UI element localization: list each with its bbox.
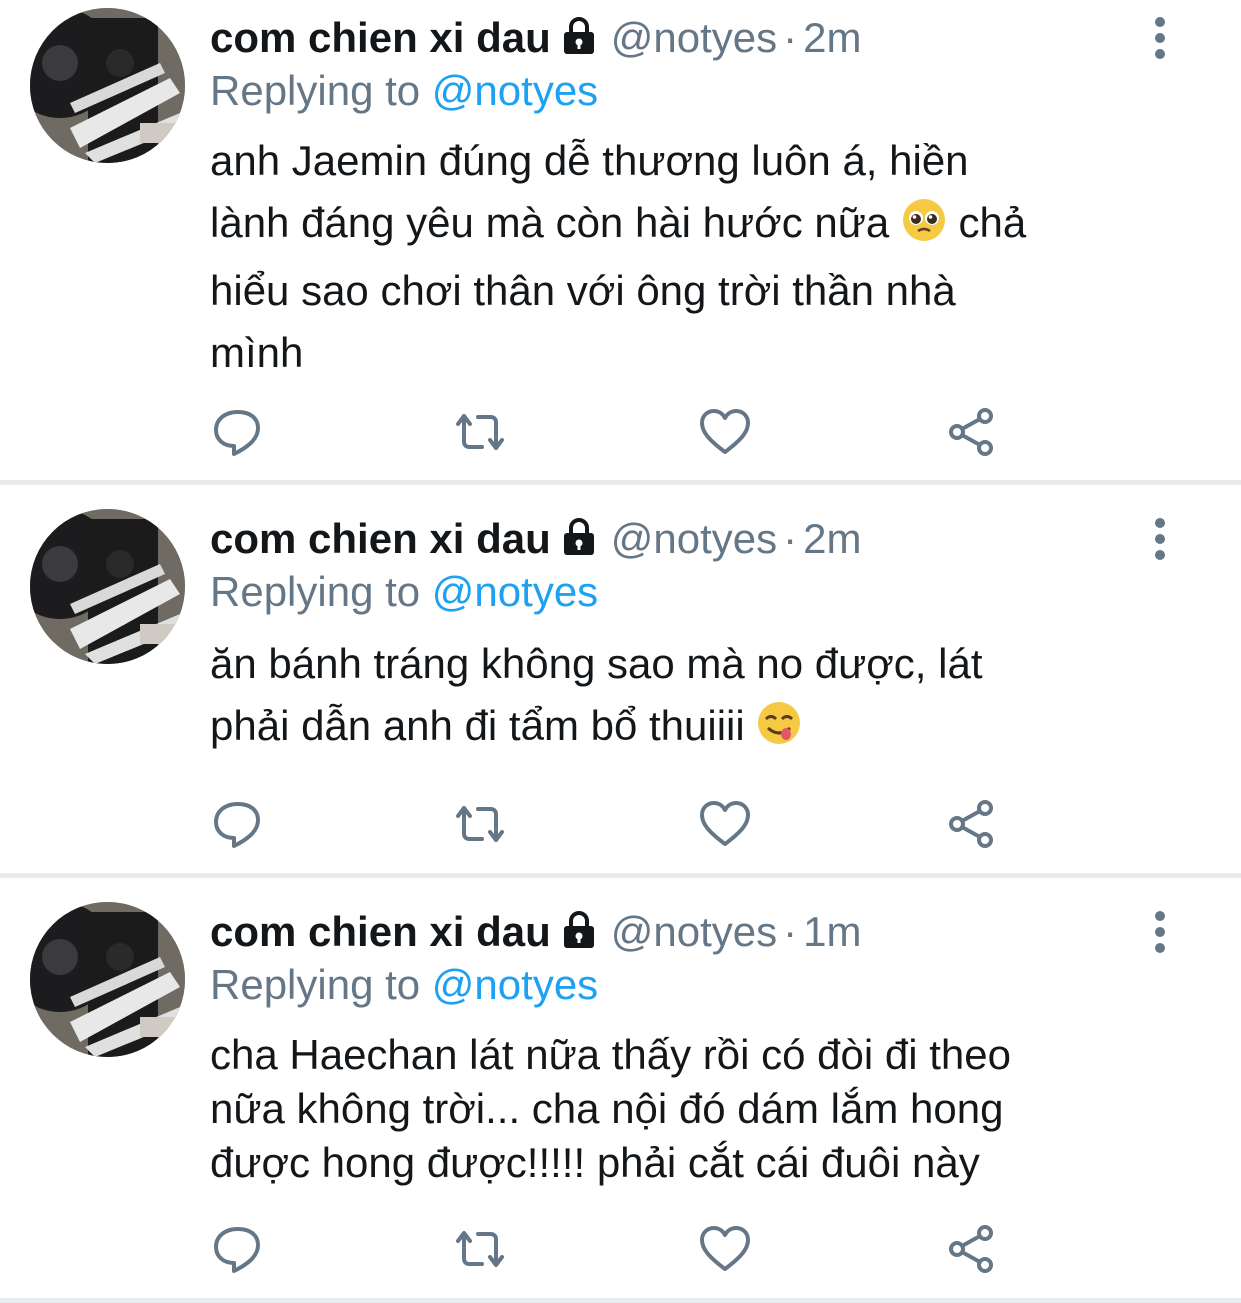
tweet-text: ăn bánh tráng không sao mà no được, lát … bbox=[210, 633, 1210, 763]
mention-link[interactable]: @notyes bbox=[432, 67, 598, 114]
display-name[interactable]: com chien xi dau bbox=[210, 515, 551, 562]
share-icon[interactable] bbox=[943, 1221, 999, 1277]
tweet-actions bbox=[0, 796, 1241, 856]
separator: · bbox=[783, 515, 798, 562]
divider bbox=[0, 1298, 1241, 1303]
tweet-text-line: ăn bánh tráng không sao mà no được, lát bbox=[210, 640, 983, 687]
user-handle[interactable]: @notyes bbox=[611, 515, 777, 562]
user-handle[interactable]: @notyes bbox=[611, 908, 777, 955]
share-icon[interactable] bbox=[943, 404, 999, 460]
tweet-text-line: anh Jaemin đúng dễ thương luôn á, hiền bbox=[210, 137, 969, 184]
tweet-text-line: hiểu sao chơi thân với ông trời thần nhà bbox=[210, 267, 956, 314]
separator: · bbox=[783, 908, 798, 955]
tweet-actions bbox=[0, 404, 1241, 464]
tweet-actions bbox=[0, 1221, 1241, 1281]
heart-icon[interactable] bbox=[697, 796, 753, 852]
display-name[interactable]: com chien xi dau bbox=[210, 14, 551, 61]
tweet[interactable]: com chien xi dau @notyes · 1m Replying to @… bbox=[0, 878, 1241, 1298]
reply-icon[interactable] bbox=[210, 1221, 266, 1277]
replying-to: Replying to @notyes bbox=[210, 957, 598, 1013]
replying-to: Replying to @notyes bbox=[210, 564, 598, 620]
tweet-text-segment: phải dẫn anh đi tẩm bổ thuiiii bbox=[210, 702, 745, 749]
tweet-text: anh Jaemin đúng dễ thương luôn á, hiền l… bbox=[210, 130, 1210, 384]
tweet-text-segment: lành đáng yêu mà còn hài hước nữa bbox=[210, 199, 890, 246]
separator: · bbox=[783, 14, 798, 61]
retweet-icon[interactable] bbox=[452, 404, 508, 460]
timestamp[interactable]: 2m bbox=[803, 14, 861, 61]
face-savoring-food-emoji bbox=[756, 700, 802, 763]
tweet-text-line: mình bbox=[210, 329, 304, 376]
tweet[interactable]: com chien xi dau @notyes · 2m Replying to @… bbox=[0, 0, 1241, 480]
tweet-text-line: lành đáng yêu mà còn hài hước nữa chả bbox=[210, 192, 1210, 260]
timestamp[interactable]: 1m bbox=[803, 908, 861, 955]
reply-icon[interactable] bbox=[210, 404, 266, 460]
user-handle[interactable]: @notyes bbox=[611, 14, 777, 61]
heart-icon[interactable] bbox=[697, 404, 753, 460]
retweet-icon[interactable] bbox=[452, 1221, 508, 1277]
tweet[interactable]: com chien xi dau @notyes · 2m Replying to @… bbox=[0, 485, 1241, 873]
display-name[interactable]: com chien xi dau bbox=[210, 908, 551, 955]
tweet-text-segment: chả bbox=[958, 199, 1027, 246]
tweet-text-line: cha Haechan lát nữa thấy rồi có đòi đi t… bbox=[210, 1031, 1011, 1078]
tweet-text-line: nữa không trời... cha nội đó dám lắm hon… bbox=[210, 1085, 1004, 1132]
more-options-icon[interactable] bbox=[1147, 517, 1173, 561]
retweet-icon[interactable] bbox=[452, 796, 508, 852]
avatar[interactable] bbox=[30, 8, 185, 163]
tweet-text-line: được hong được!!!!! phải cắt cái đuôi nà… bbox=[210, 1139, 980, 1186]
avatar[interactable] bbox=[30, 509, 185, 664]
heart-icon[interactable] bbox=[697, 1221, 753, 1277]
replying-prefix: Replying to bbox=[210, 67, 421, 114]
timestamp[interactable]: 2m bbox=[803, 515, 861, 562]
mention-link[interactable]: @notyes bbox=[432, 961, 598, 1008]
more-options-icon[interactable] bbox=[1147, 16, 1173, 60]
avatar[interactable] bbox=[30, 902, 185, 1057]
mention-link[interactable]: @notyes bbox=[432, 568, 598, 615]
more-options-icon[interactable] bbox=[1147, 910, 1173, 954]
reply-icon[interactable] bbox=[210, 796, 266, 852]
share-icon[interactable] bbox=[943, 796, 999, 852]
replying-prefix: Replying to bbox=[210, 568, 421, 615]
replying-prefix: Replying to bbox=[210, 961, 421, 1008]
pleading-face-emoji bbox=[901, 197, 947, 260]
replying-to: Replying to @notyes bbox=[210, 63, 598, 119]
tweet-text-line: phải dẫn anh đi tẩm bổ thuiiii bbox=[210, 695, 1210, 763]
tweet-text: cha Haechan lát nữa thấy rồi có đòi đi t… bbox=[210, 1028, 1210, 1190]
